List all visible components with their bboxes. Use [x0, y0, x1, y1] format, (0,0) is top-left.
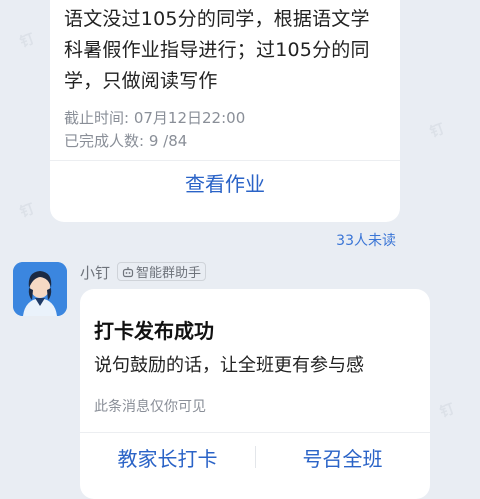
watermark: 钉	[438, 401, 457, 421]
assistant-badge-label: 智能群助手	[136, 266, 202, 281]
completed-label: 已完成人数:	[64, 132, 145, 150]
assignment-card[interactable]: 语文没过105分的同学，根据语文学科暑假作业指导进行；过105分的同学，只做阅读…	[50, 0, 400, 222]
checkin-card[interactable]: 打卡发布成功 说句鼓励的话，让全班更有参与感 此条消息仅你可见 教家长打卡 号召…	[80, 289, 430, 499]
unread-count[interactable]: 33人未读	[336, 230, 396, 250]
view-assignment-button[interactable]: 查看作业	[50, 161, 400, 203]
completed-value: 9 /84	[148, 132, 188, 150]
checkin-title: 打卡发布成功	[94, 319, 214, 343]
avatar[interactable]	[13, 262, 67, 316]
watermark: 钉	[428, 121, 447, 141]
assignment-message: 语文没过105分的同学，根据语文学科暑假作业指导进行；过105分的同学，只做阅读…	[64, 8, 370, 92]
watermark: 钉	[18, 201, 37, 221]
completed-row: 已完成人数: 9 /84	[64, 130, 187, 151]
checkin-body: 说句鼓励的话，让全班更有参与感	[94, 355, 364, 376]
private-note: 此条消息仅你可见	[94, 399, 206, 415]
sender-name: 小钉	[80, 264, 111, 282]
watermark: 钉	[18, 31, 37, 51]
teach-parent-checkin-button[interactable]: 教家长打卡	[80, 433, 255, 481]
assistant-avatar-icon	[13, 262, 67, 316]
call-whole-class-button[interactable]: 号召全班	[255, 433, 430, 481]
deadline-value: 07月12日22:00	[133, 109, 246, 127]
robot-icon	[122, 266, 134, 277]
deadline-row: 截止时间: 07月12日22:00	[64, 107, 245, 128]
deadline-label: 截止时间:	[64, 109, 130, 127]
assistant-badge: 智能群助手	[117, 262, 207, 281]
